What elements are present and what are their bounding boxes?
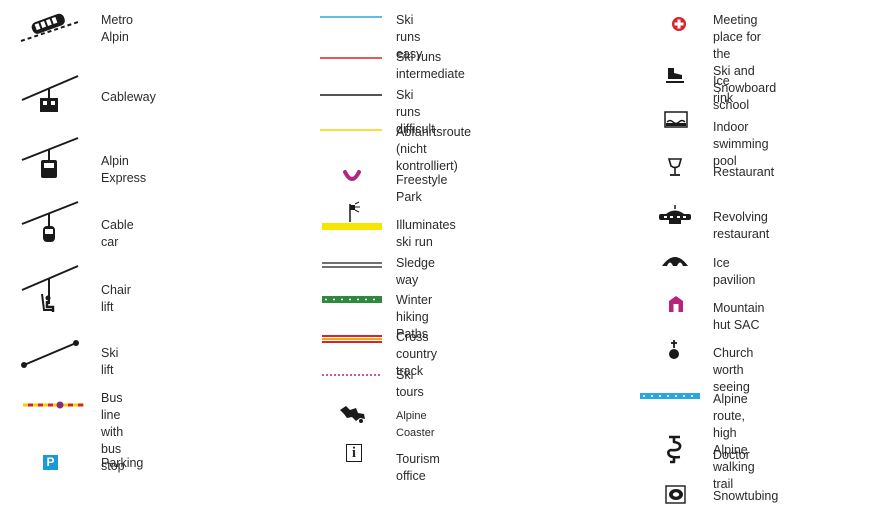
tourism-office-icon: i xyxy=(346,444,362,462)
legend-label-ice-pavilion: Ice pavilion xyxy=(713,256,756,287)
legend-label-metro-alpin: Metro Alpin xyxy=(101,13,133,44)
legend-label-ice-rink: Ice rink xyxy=(713,74,734,105)
snowtubing-icon xyxy=(665,485,686,504)
legend-label-illuminated-ski-run: Illuminates ski run xyxy=(396,218,456,249)
indoor-pool-icon xyxy=(664,111,688,128)
abfahrtsroute-line xyxy=(320,129,382,131)
alpin-express-icon xyxy=(21,137,79,178)
ski-run-difficult-line xyxy=(320,94,382,96)
ice-pavilion-icon xyxy=(662,257,688,266)
legend-label-tourism-office: Tourism office xyxy=(396,452,440,483)
legend-label-doctor: Doctor xyxy=(713,448,750,462)
cable-car-icon xyxy=(21,201,79,242)
meeting-place-icon xyxy=(672,17,686,31)
revolving-restaurant-icon xyxy=(659,205,691,224)
freestyle-park-icon xyxy=(343,170,361,181)
restaurant-icon xyxy=(667,158,683,176)
chair-lift-icon xyxy=(21,265,79,312)
metro-alpin-icon xyxy=(20,13,79,42)
legend-label-cable-car: Cable car xyxy=(101,218,134,249)
legend-label-indoor-pool: Indoor swimming pool xyxy=(713,120,769,168)
legend-label-freestyle-park: Freestyle Park xyxy=(396,173,448,204)
ski-tours-line xyxy=(322,374,382,376)
church-icon xyxy=(669,340,679,359)
ski-run-easy-line xyxy=(320,16,382,18)
legend-label-sledge-way: Sledge way xyxy=(396,256,435,287)
legend-label-restaurant: Restaurant xyxy=(713,165,775,179)
legend-label-snowtubing: Snowtubing xyxy=(713,489,779,503)
mountain-hut-icon xyxy=(669,296,683,312)
legend-label-cableway: Cableway xyxy=(101,90,156,104)
cross-country-line xyxy=(322,335,382,343)
ski-run-intermediate-line xyxy=(320,57,382,59)
sledge-way-line xyxy=(322,262,382,268)
illuminated-ski-run-icon xyxy=(322,201,382,230)
legend-label-church: Church worth seeing xyxy=(713,346,754,394)
legend-label-revolving-restaurant: Revolving restaurant xyxy=(713,210,770,241)
winter-hiking-line xyxy=(322,296,382,303)
alpine-coaster-icon xyxy=(340,406,365,423)
parking-icon: P xyxy=(43,455,58,470)
legend-label-chair-lift: Chair lift xyxy=(101,283,131,314)
legend-label-alpine-route: Alpine route, high Alpine walking trail xyxy=(713,392,755,491)
ice-rink-icon xyxy=(666,68,684,83)
legend-label-ski-tours: Ski tours xyxy=(396,368,424,399)
ski-lift-icon xyxy=(21,340,79,368)
legend-label-abfahrtsroute: Abfahrtsroute (nicht kontrolliert) xyxy=(396,125,472,173)
legend-label-mountain-hut: Mountain hut SAC xyxy=(713,301,765,332)
doctor-icon xyxy=(667,435,682,464)
alpine-route-line xyxy=(640,393,700,399)
legend-label-alpin-express: Alpin Express xyxy=(101,154,147,185)
cableway-icon xyxy=(21,75,79,112)
bus-line-icon xyxy=(23,401,84,409)
legend-label-ski-runs-intermediate: Ski runs intermediate xyxy=(396,50,465,81)
legend-label-ski-lift: Ski lift xyxy=(101,346,119,377)
legend-label-alpine-coaster: Alpine Coaster xyxy=(396,410,435,439)
legend-label-parking: Parking xyxy=(101,456,144,470)
